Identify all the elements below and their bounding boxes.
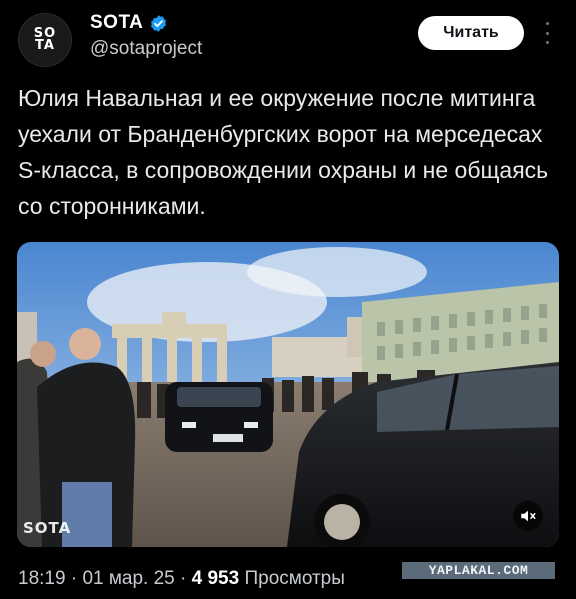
tweet-text: Юлия Навальная и ее окружение после мити…: [18, 85, 549, 219]
site-watermark-badge: YAPLAKAL.COM: [402, 562, 555, 579]
tweet-date[interactable]: 01 мар. 25: [82, 568, 174, 589]
user-handle[interactable]: @sotaproject: [90, 38, 202, 60]
avatar-logo: SO TA: [34, 27, 56, 53]
avatar[interactable]: SO TA: [18, 13, 72, 67]
tweet-header: SO TA SOTA @sotaproject Читать: [18, 10, 558, 67]
more-options-icon[interactable]: [542, 22, 552, 44]
avatar-text-bottom: TA: [35, 38, 55, 53]
follow-button[interactable]: Читать: [418, 16, 524, 50]
tweet-meta: 18:19 · 01 мар. 25 · 4 953 Просмотры: [18, 568, 345, 589]
speaker-muted-icon: [521, 510, 536, 522]
tweet-time[interactable]: 18:19: [18, 568, 66, 589]
video-frame: [17, 242, 559, 547]
views-count: 4 953: [191, 568, 240, 589]
video-watermark: SOTA: [23, 519, 72, 537]
verified-badge-icon: [151, 14, 167, 32]
tweet-video[interactable]: SOTA: [17, 242, 559, 547]
mute-button[interactable]: [513, 501, 543, 531]
display-name[interactable]: SOTA: [90, 12, 143, 34]
views-label: Просмотры: [244, 568, 345, 589]
